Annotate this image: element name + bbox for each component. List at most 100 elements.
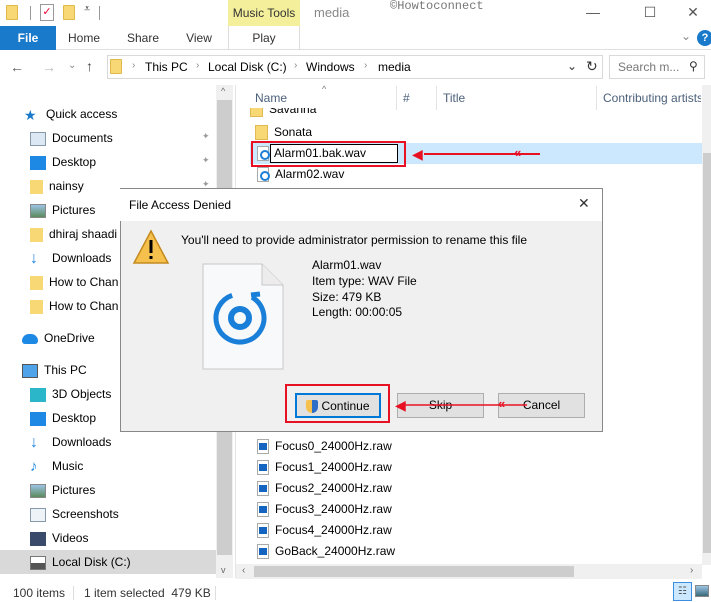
wav-file-large-icon (202, 263, 284, 370)
sidebar-item-3d-objects[interactable]: 3D Objects (30, 382, 111, 406)
refresh-icon[interactable]: ↻ (586, 58, 598, 75)
sidebar-item-screenshots[interactable]: Screenshots (30, 502, 119, 526)
sidebar-item-label: Local Disk (C:) (52, 555, 131, 569)
tab-view[interactable]: View (178, 26, 220, 50)
wav-file-icon (257, 167, 270, 183)
minimize-button[interactable]: — (570, 0, 616, 24)
pin-icon[interactable]: ✦ (202, 155, 210, 166)
breadcrumb-local-disk[interactable]: Local Disk (C:) (208, 60, 287, 74)
dialog-message: You'll need to provide administrator per… (181, 233, 528, 247)
sidebar-item-videos[interactable]: Videos (30, 526, 88, 550)
file-row-goback[interactable]: GoBack_24000Hz.raw (257, 541, 702, 562)
new-folder-icon[interactable] (63, 5, 75, 20)
file-row-sonata[interactable]: Sonata (255, 122, 700, 143)
file-name: Focus3_24000Hz.raw (275, 502, 392, 516)
breadcrumb-media[interactable]: media (378, 60, 411, 74)
address-dropdown-icon[interactable]: ⌄ (567, 59, 577, 73)
file-row-focus2[interactable]: Focus2_24000Hz.raw (257, 478, 702, 499)
maximize-button[interactable]: ☐ (627, 0, 673, 24)
file-list-horizontal-thumb[interactable] (254, 566, 574, 577)
folder-icon (30, 299, 43, 314)
scroll-up-icon[interactable]: ^ (221, 86, 225, 96)
sidebar-item-label: Screenshots (52, 507, 119, 521)
pictures-icon (30, 203, 46, 218)
close-button[interactable]: ✕ (670, 0, 711, 24)
sidebar-item-desktop-pc[interactable]: Desktop (30, 406, 96, 430)
recent-locations-button[interactable]: ⌄ (68, 60, 76, 71)
sidebar-item-pictures-pc[interactable]: Pictures (30, 478, 95, 502)
search-icon: ⚲ (689, 59, 698, 73)
column-number[interactable]: # (403, 91, 410, 105)
raw-file-icon (257, 460, 269, 476)
dialog-close-button[interactable]: ✕ (578, 195, 590, 212)
sidebar-item-documents[interactable]: Documents (30, 126, 113, 150)
column-divider[interactable] (596, 86, 597, 110)
file-list-vertical-thumb[interactable] (703, 153, 711, 553)
sidebar-item-label: Music (52, 459, 84, 473)
customize-toolbar-icon[interactable]: ⩡ (84, 3, 90, 16)
file-row-focus3[interactable]: Focus3_24000Hz.raw (257, 499, 702, 520)
details-view-button[interactable]: ☷ (673, 582, 692, 601)
breadcrumb-windows[interactable]: Windows (306, 60, 355, 74)
sidebar-item-label: How to Chan (49, 299, 119, 313)
properties-icon[interactable]: ✓ (40, 4, 54, 21)
file-row-focus0[interactable]: Focus0_24000Hz.raw (257, 436, 702, 457)
scroll-right-icon[interactable]: › (690, 565, 693, 576)
sidebar-item-desktop[interactable]: Desktop (30, 150, 96, 174)
tab-play[interactable]: Play (228, 26, 300, 50)
divider (30, 6, 31, 20)
sidebar-item-nainsy[interactable]: nainsy (30, 174, 84, 198)
raw-file-icon (257, 544, 269, 560)
file-name: GoBack_24000Hz.raw (275, 544, 396, 558)
forward-button[interactable]: → (42, 59, 56, 75)
help-icon[interactable]: ? (697, 30, 711, 46)
scroll-down-icon[interactable]: v (221, 565, 226, 575)
pictures-icon (30, 483, 46, 498)
file-row-focus1[interactable]: Focus1_24000Hz.raw (257, 457, 702, 478)
sidebar-item-local-disk[interactable]: Local Disk (C:) (30, 550, 131, 574)
expand-ribbon-icon[interactable]: ⌄ (681, 29, 691, 43)
tab-home[interactable]: Home (62, 26, 106, 50)
breadcrumb-this-pc[interactable]: This PC (145, 60, 188, 74)
column-title[interactable]: Title (443, 91, 465, 105)
divider (215, 586, 216, 600)
sidebar-item-how-to-chan-2[interactable]: How to Chan (30, 294, 120, 318)
watermark: ©Howtoconnect (390, 0, 484, 13)
sidebar-item-how-to-chan-1[interactable]: How to Chan (30, 270, 120, 294)
column-contributing-artists[interactable]: Contributing artists (603, 91, 701, 105)
sidebar-item-label: Downloads (52, 435, 112, 449)
music-icon: ♪ (30, 457, 38, 475)
folder-icon[interactable] (6, 5, 18, 20)
sidebar-item-downloads[interactable]: ↓ Downloads (30, 246, 111, 270)
column-divider[interactable] (436, 86, 437, 110)
up-button[interactable]: ↑ (86, 58, 93, 74)
tab-share[interactable]: Share (120, 26, 166, 50)
tab-file[interactable]: File (0, 26, 56, 50)
scroll-left-icon[interactable]: ‹ (242, 565, 245, 576)
sidebar-item-quick-access[interactable]: ★ Quick access (24, 102, 117, 126)
videos-icon (30, 531, 46, 546)
sidebar-item-pictures[interactable]: Pictures (30, 198, 95, 222)
sidebar-item-label: Desktop (52, 155, 97, 169)
pin-icon[interactable]: ✦ (202, 131, 210, 142)
sidebar-item-label: Downloads (52, 251, 112, 265)
sidebar-item-this-pc[interactable]: This PC (22, 358, 87, 382)
sidebar-item-music[interactable]: ♪ Music (30, 454, 83, 478)
file-name: Focus2_24000Hz.raw (275, 481, 392, 495)
file-name-detail: Alarm01.wav (312, 258, 382, 272)
back-button[interactable]: ← (10, 59, 24, 75)
breadcrumb-separator: › (196, 60, 200, 71)
raw-file-icon (257, 439, 269, 455)
screenshots-icon (30, 507, 46, 522)
sidebar-item-dhiraj-shaadi[interactable]: dhiraj shaadi (30, 222, 120, 246)
sidebar-item-label: Quick access (46, 107, 118, 121)
sidebar-item-label: nainsy (49, 179, 84, 193)
file-row-focus4[interactable]: Focus4_24000Hz.raw (257, 520, 702, 541)
file-row-alarm02[interactable]: Alarm02.wav (257, 164, 702, 185)
column-divider[interactable] (396, 86, 397, 110)
column-name[interactable]: Name (255, 91, 287, 105)
sidebar-item-downloads-pc[interactable]: ↓ Downloads (30, 430, 111, 454)
file-row-savanna[interactable]: Savanna (250, 108, 700, 120)
sidebar-item-onedrive[interactable]: OneDrive (22, 326, 95, 350)
large-icons-view-button[interactable] (695, 585, 709, 597)
